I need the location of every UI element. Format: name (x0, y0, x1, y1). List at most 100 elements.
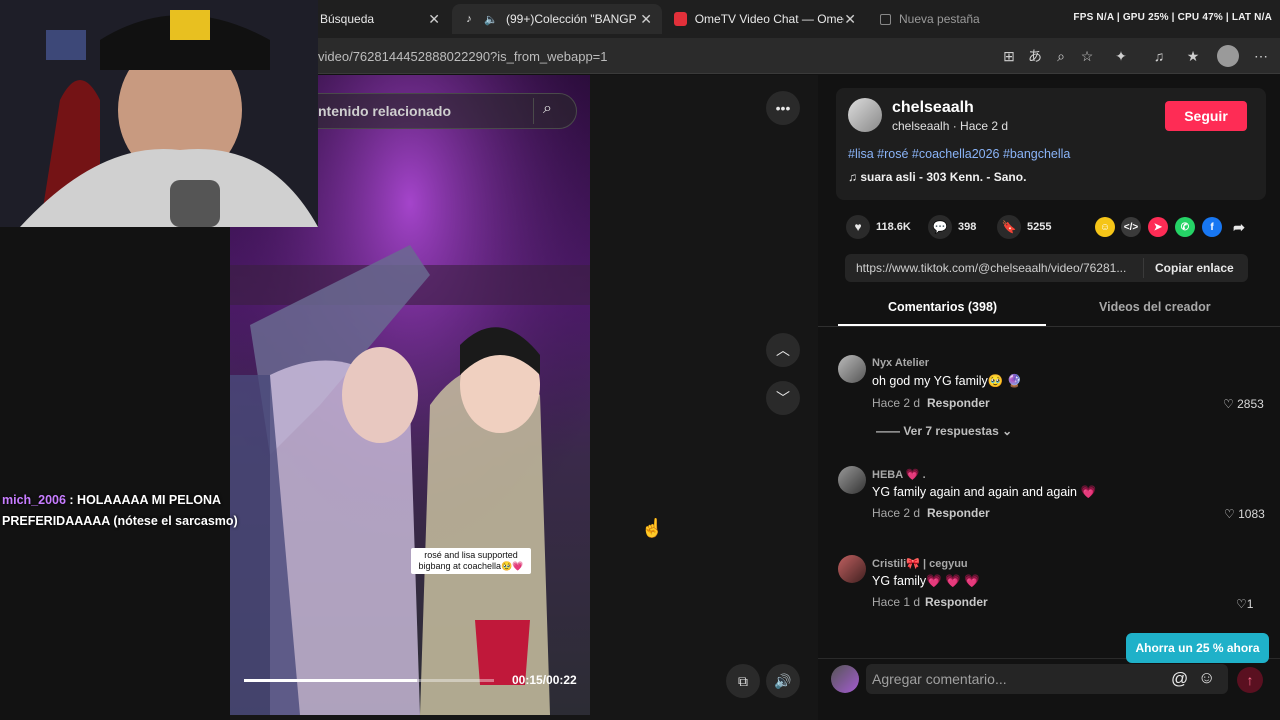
share-link[interactable]: https://www.tiktok.com/@chelseaalh/video… (856, 261, 1126, 275)
comment-icon[interactable]: 💬 (928, 215, 952, 239)
translate-icon[interactable]: あ (1026, 47, 1044, 65)
tab-separator (818, 326, 1280, 327)
view-replies-button[interactable]: —— Ver 7 respuestas ⌄ (876, 424, 1012, 438)
comment-avatar[interactable] (838, 355, 866, 383)
send-icon[interactable]: ➤ (1148, 217, 1168, 237)
comment-likes[interactable]: ♡ 2853 (1223, 397, 1264, 411)
speaker-icon[interactable]: 🔈 (484, 12, 498, 26)
previous-video-button[interactable]: ︿ (766, 333, 800, 367)
extensions-icon[interactable]: ✦ (1112, 47, 1130, 65)
tab-bangpink[interactable]: ♪ 🔈 (99+)Colección "BANGPIN ✕ (452, 4, 662, 34)
chat-username: mich_2006 (2, 493, 66, 507)
saves-count: 5255 (1027, 221, 1052, 233)
author-subline: chelseaalh · Hace 2 d (892, 119, 1009, 133)
tab-nueva[interactable]: Nueva pestaña (870, 4, 1010, 34)
stream-chat-message: mich_2006 : HOLAAAAA MI PELONA PREFERIDA… (2, 490, 242, 532)
bookmark-icon[interactable]: 🔖 (997, 215, 1021, 239)
comment-author[interactable]: Cristili🎀 | cegyuu (872, 557, 968, 570)
share-arrow-icon[interactable]: ➦ (1229, 217, 1249, 237)
media-icon[interactable]: ♫ (1150, 47, 1168, 65)
reply-button[interactable]: Responder (927, 396, 990, 410)
related-search-text[interactable]: ntenido relacionado (318, 103, 451, 119)
reply-button[interactable]: Responder (927, 506, 990, 520)
author-username[interactable]: chelseaalh (892, 99, 974, 117)
tab-label: (99+)Colección "BANGPIN (506, 12, 636, 26)
like-stat[interactable]: ♥ 118.6K (846, 215, 911, 239)
comment-avatar[interactable] (838, 466, 866, 494)
link-divider (1143, 258, 1144, 278)
comment-text: oh god my YG family🥹 🔮 (872, 374, 1023, 388)
zoom-icon[interactable]: ⌕ (1052, 47, 1070, 65)
tab-label: Búsqueda (320, 12, 375, 26)
chevron-down-icon: ⌄ (998, 424, 1013, 438)
reply-button[interactable]: Responder (925, 595, 988, 609)
comment-likes[interactable]: ♡ 1083 (1224, 507, 1265, 521)
comment-author[interactable]: Nyx Atelier (872, 357, 929, 369)
video-caption: rosé and lisa supported bigbang at coach… (411, 548, 531, 574)
ometv-icon (674, 12, 687, 26)
tab-comments[interactable]: Comentarios (398) (888, 300, 997, 314)
more-options-button[interactable]: ••• (766, 91, 800, 125)
timecode: 00:15/00:22 (512, 673, 577, 687)
heart-icon[interactable]: ♥ (846, 215, 870, 239)
cursor-hand-icon: ☝ (641, 518, 664, 538)
comment-like-count: 1083 (1238, 507, 1265, 521)
url-field[interactable]: video/7628144452888022290?is_from_webapp… (318, 49, 608, 64)
copy-link-button[interactable]: Copiar enlace (1155, 261, 1234, 275)
search-icon[interactable]: ⌕ (543, 100, 552, 118)
tab-ometv[interactable]: OmeTV Video Chat — Omegle ✕ (664, 4, 866, 34)
tab-label: Nueva pestaña (899, 12, 980, 26)
music-title: suara asli - 303 Kenn. - Sano. (860, 170, 1027, 184)
comment-stat[interactable]: 💬 398 (928, 215, 976, 239)
favorites-icon[interactable]: ★ (1184, 47, 1202, 65)
follow-button[interactable]: Seguir (1165, 101, 1247, 131)
comment-like-count: 1 (1246, 597, 1254, 611)
search-divider (533, 98, 534, 124)
system-stats: FPS N/A | GPU 25% | CPU 47% | LAT N/A (1073, 12, 1272, 23)
close-icon[interactable]: ✕ (640, 11, 652, 28)
emoji-icon[interactable]: ☺ (1198, 668, 1215, 688)
apps-icon[interactable]: ⊞ (1000, 47, 1018, 65)
comment-author[interactable]: HEBA 💗 . (872, 468, 926, 481)
page-icon (880, 13, 891, 25)
tab-creator-videos[interactable]: Videos del creador (1099, 300, 1211, 314)
comments-count: 398 (958, 221, 977, 233)
comment-text: YG family again and again and again 💗 (872, 485, 1097, 499)
comment-text: YG family💗 💗 💗 (872, 574, 980, 588)
save-stat[interactable]: 🔖 5255 (997, 215, 1051, 239)
my-avatar (831, 665, 859, 693)
music-info[interactable]: ♫ suara asli - 303 Kenn. - Sano. (848, 170, 1026, 184)
next-video-button[interactable]: ﹀ (766, 381, 800, 415)
close-icon[interactable]: ✕ (844, 11, 856, 28)
whatsapp-icon[interactable]: ✆ (1175, 217, 1195, 237)
pip-button[interactable]: ⧉ (726, 664, 760, 698)
comment-time: Hace 1 d (872, 595, 921, 609)
promo-banner[interactable]: Ahorra un 25 % ahora (1126, 633, 1269, 663)
heart-outline-icon[interactable]: ♡ (1224, 507, 1238, 521)
replies-line: —— (876, 424, 904, 438)
comment-like-count: 2853 (1237, 397, 1264, 411)
coin-share-icon[interactable]: ☺ (1095, 217, 1115, 237)
comment-avatar[interactable] (838, 555, 866, 583)
arrow-up-icon: ↑ (1246, 672, 1254, 688)
facebook-icon[interactable]: f (1202, 217, 1222, 237)
comment-time: Hace 2 d (872, 396, 921, 410)
heart-outline-icon[interactable]: ♡ (1223, 397, 1237, 411)
author-avatar[interactable] (848, 98, 882, 132)
tab-busqueda[interactable]: Búsqueda ✕ (310, 4, 450, 34)
profile-icon[interactable] (1217, 45, 1239, 67)
comment-likes[interactable]: ♡1 (1236, 597, 1253, 611)
hashtags[interactable]: #lisa #rosé #coachella2026 #bangchella (848, 147, 1070, 161)
send-comment-button[interactable]: ↑ (1237, 667, 1263, 693)
webcam-art (0, 0, 318, 227)
star-icon[interactable]: ☆ (1078, 47, 1096, 65)
volume-button[interactable]: 🔊 (766, 664, 800, 698)
close-icon[interactable]: ✕ (428, 11, 440, 28)
heart-outline-icon[interactable]: ♡ (1236, 597, 1247, 611)
likes-count: 118.6K (876, 221, 911, 233)
progress-bar[interactable] (244, 679, 494, 682)
comment-time: Hace 2 d (872, 506, 921, 520)
mention-icon[interactable]: @ (1171, 669, 1188, 689)
more-icon[interactable]: ⋯ (1252, 47, 1270, 65)
embed-icon[interactable]: </> (1121, 217, 1141, 237)
